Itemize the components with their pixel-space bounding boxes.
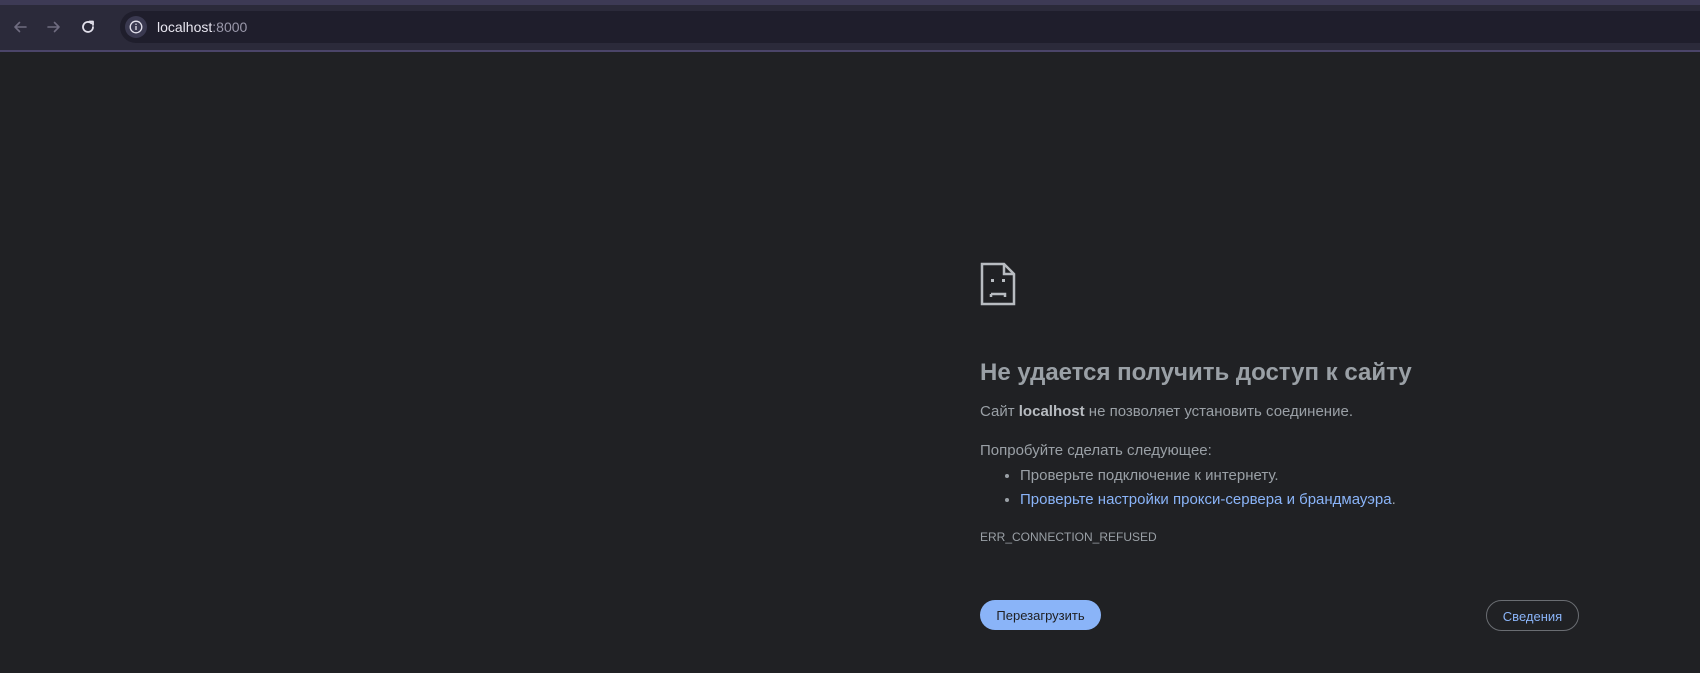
suggestion-item: Проверьте подключение к интернету. bbox=[1020, 464, 1396, 488]
arrow-forward-icon bbox=[47, 21, 60, 33]
error-title: Не удается получить доступ к сайту bbox=[980, 359, 1412, 386]
description-host: localhost bbox=[1018, 403, 1085, 420]
address-bar[interactable]: localhost:8000 bbox=[120, 11, 1700, 43]
suggestion-item: Проверьте настройки прокси-сервера и бра… bbox=[1020, 488, 1396, 512]
description-suffix: не позволяет установить соединение. bbox=[1084, 403, 1353, 420]
proxy-firewall-settings-link[interactable]: Проверьте настройки прокси-сервера и бра… bbox=[1020, 491, 1392, 508]
url-host: localhost bbox=[157, 19, 213, 35]
browser-toolbar: localhost:8000 bbox=[0, 0, 1700, 52]
suggestions-list: Проверьте подключение к интернету. Прове… bbox=[980, 464, 1396, 512]
reload-icon bbox=[82, 20, 94, 33]
suggestion-trailing: . bbox=[1391, 491, 1396, 508]
site-info-button[interactable] bbox=[125, 16, 147, 38]
url-port: :8000 bbox=[212, 19, 248, 35]
info-icon bbox=[129, 20, 143, 34]
browser-window: localhost:8000 Не удается получить досту… bbox=[0, 0, 1700, 673]
arrow-back-icon bbox=[14, 21, 27, 33]
back-button[interactable] bbox=[7, 14, 33, 40]
description-prefix: Сайт bbox=[980, 403, 1019, 420]
forward-button[interactable] bbox=[41, 14, 67, 40]
details-button[interactable]: Сведения bbox=[1486, 600, 1579, 631]
error-code: ERR_CONNECTION_REFUSED bbox=[980, 530, 1157, 544]
suggestion-text: Проверьте подключение к интернету. bbox=[1020, 467, 1279, 484]
sad-document-icon bbox=[980, 262, 1016, 306]
reload-button[interactable]: Перезагрузить bbox=[980, 600, 1101, 630]
url-text[interactable]: localhost:8000 bbox=[157, 19, 247, 35]
error-description: Сайт localhost не позволяет установить с… bbox=[980, 402, 1353, 422]
suggestions-heading: Попробуйте сделать следующее: bbox=[980, 442, 1212, 459]
reload-page-button[interactable] bbox=[75, 14, 101, 40]
